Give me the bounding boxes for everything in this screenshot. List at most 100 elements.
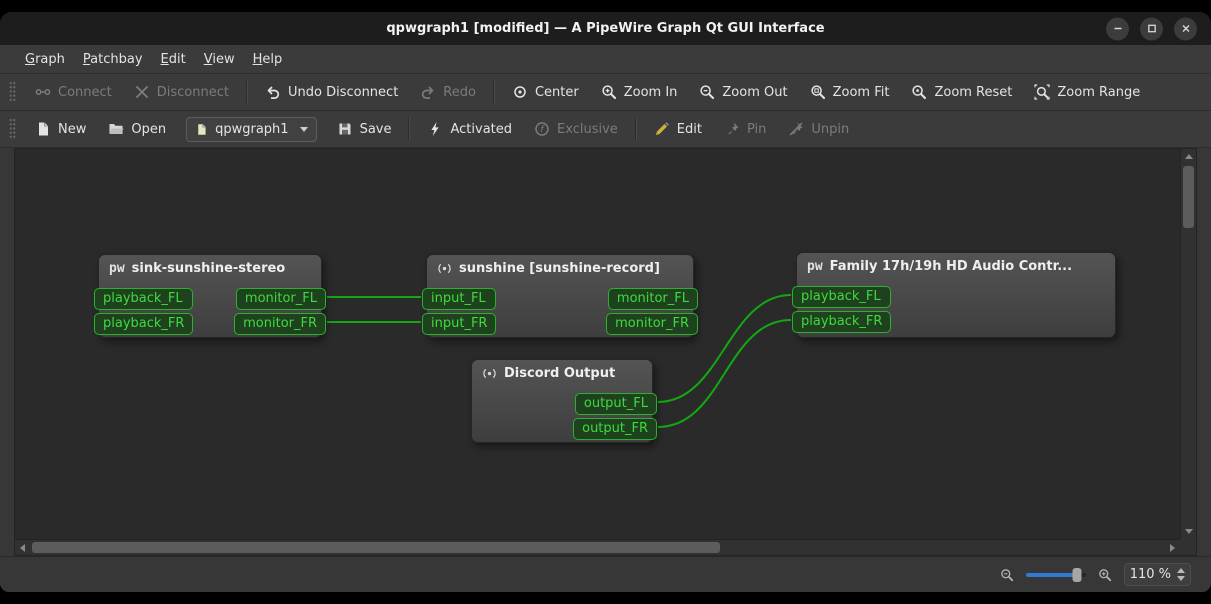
horizontal-scrollbar[interactable] [15, 539, 1180, 555]
scroll-up-arrow-icon[interactable] [1185, 154, 1193, 159]
stream-icon [437, 261, 452, 276]
activated-bolt-icon [431, 122, 440, 136]
zoom-spinbox[interactable]: 110 % [1123, 563, 1191, 586]
disconnect-button[interactable]: Disconnect [124, 78, 239, 106]
chevron-down-icon [299, 126, 308, 132]
spin-up-icon[interactable] [1177, 568, 1185, 573]
zoom-reset-button[interactable]: Zoom Reset [901, 78, 1022, 106]
close-button[interactable] [1174, 17, 1197, 40]
zoom-out-label: Zoom Out [722, 84, 788, 100]
port-output[interactable]: monitor_FL [607, 288, 698, 310]
node-title: sink-sunshine-stereo [131, 261, 286, 276]
port-output[interactable]: monitor_FR [606, 313, 698, 335]
open-button[interactable]: Open [98, 115, 176, 143]
save-label: Save [359, 121, 392, 137]
activated-button[interactable]: Activated [417, 115, 522, 143]
port-input[interactable]: input_FR [422, 313, 497, 335]
node-header: Discord Output [472, 360, 652, 387]
toolbar-grip[interactable] [9, 118, 16, 140]
zoom-fit-button[interactable]: Zoom Fit [800, 78, 900, 106]
zoom-slider-handle[interactable] [1072, 567, 1082, 582]
graph-canvas[interactable]: pw sink-sunshine-stereo playback_FL play… [15, 149, 1180, 539]
vertical-scrollbar[interactable] [1180, 149, 1196, 539]
menubar: Graph Patchbay Edit View Help [0, 45, 1211, 74]
zoom-slider-fill [1025, 572, 1077, 577]
exclusive-button[interactable]: f Exclusive [524, 115, 628, 143]
zoom-slider[interactable] [1025, 567, 1086, 582]
graph-node-family-hd-audio[interactable]: pw Family 17h/19h HD Audio Contr... play… [792, 252, 1116, 338]
zoom-out-button[interactable]: Zoom Out [689, 78, 797, 106]
new-button[interactable]: New [25, 115, 96, 143]
port-input[interactable]: playback_FL [94, 288, 194, 310]
toolbar-separator [634, 118, 637, 140]
titlebar[interactable]: qpwgraph1 [modified] — A PipeWire Graph … [0, 12, 1211, 45]
vertical-scroll-thumb[interactable] [1183, 166, 1194, 228]
port-input[interactable]: playback_FR [94, 313, 194, 335]
unpin-button[interactable]: Unpin [778, 115, 859, 143]
save-button[interactable]: Save [327, 115, 402, 143]
zoom-range-icon [1034, 84, 1050, 100]
pin-button[interactable]: Pin [714, 115, 776, 143]
menu-view[interactable]: View [195, 48, 244, 71]
spin-down-icon[interactable] [1177, 576, 1185, 581]
zoom-in-label: Zoom In [623, 84, 678, 100]
minimize-button[interactable] [1106, 17, 1129, 40]
edit-button[interactable]: Edit [644, 115, 712, 143]
connect-button[interactable]: Connect [25, 78, 122, 106]
port-output[interactable]: monitor_FR [234, 313, 326, 335]
zoom-reset-label: Zoom Reset [934, 84, 1013, 100]
horizontal-scroll-thumb[interactable] [32, 542, 720, 553]
node-header: pw Family 17h/19h HD Audio Contr... [797, 253, 1115, 280]
zoom-in-icon[interactable] [1098, 568, 1112, 582]
node-title: Family 17h/19h HD Audio Contr... [829, 259, 1073, 274]
edit-label: Edit [676, 121, 702, 137]
connections-layer [327, 294, 792, 428]
statusbar: 110 % [0, 556, 1211, 592]
port-output[interactable]: monitor_FL [235, 288, 326, 310]
undo-disconnect-button[interactable]: Undo Disconnect [255, 78, 408, 106]
zoom-fit-icon [810, 85, 825, 100]
graph-node-sunshine[interactable]: sunshine [sunshine-record] input_FL inpu… [422, 254, 698, 338]
zoom-out-icon[interactable] [1000, 568, 1014, 582]
port-input[interactable]: input_FL [422, 288, 497, 310]
redo-icon [422, 86, 434, 99]
pin-label: Pin [746, 121, 767, 137]
port-input[interactable]: playback_FL [792, 286, 892, 308]
scroll-right-arrow-icon[interactable] [1170, 544, 1175, 552]
zoom-spin-buttons [1177, 568, 1185, 581]
center-label: Center [534, 84, 579, 100]
zoom-in-button[interactable]: Zoom In [591, 78, 688, 106]
toolbar-separator [245, 81, 248, 103]
toolbar-separator [492, 81, 495, 103]
activated-label: Activated [450, 121, 513, 137]
maximize-button[interactable] [1140, 17, 1163, 40]
patchbay-combo[interactable]: qpwgraph1 [186, 116, 317, 142]
port-output[interactable]: output_FR [573, 418, 657, 440]
connect-icon [35, 89, 51, 95]
graph-node-sink-sunshine-stereo[interactable]: pw sink-sunshine-stereo playback_FL play… [94, 254, 326, 338]
menu-patchbay[interactable]: Patchbay [74, 48, 152, 71]
maximize-icon [1147, 24, 1156, 33]
scroll-left-arrow-icon[interactable] [20, 544, 25, 552]
graph-node-discord-output[interactable]: Discord Output output_FL output_FR [471, 359, 657, 443]
zoom-value: 110 % [1129, 567, 1171, 582]
zoom-fit-label: Zoom Fit [832, 84, 890, 100]
zoom-range-button[interactable]: Zoom Range [1024, 78, 1150, 106]
toolbar-grip[interactable] [9, 81, 16, 103]
redo-button[interactable]: Redo [410, 78, 486, 106]
node-title: Discord Output [504, 366, 616, 381]
menu-help[interactable]: Help [244, 48, 292, 71]
disconnect-icon [135, 86, 148, 98]
toolbar-separator [408, 118, 411, 140]
undo-icon [267, 86, 280, 99]
pipewire-icon: pw [109, 261, 125, 276]
scroll-down-arrow-icon[interactable] [1185, 529, 1193, 534]
unpin-label: Unpin [811, 121, 850, 137]
port-input[interactable]: playback_FR [792, 311, 892, 333]
menu-graph[interactable]: Graph [16, 48, 74, 71]
center-button[interactable]: Center [502, 78, 589, 106]
menu-edit[interactable]: Edit [152, 48, 195, 71]
node-header: sunshine [sunshine-record] [427, 255, 693, 282]
port-output[interactable]: output_FL [574, 393, 657, 415]
center-icon [514, 86, 526, 98]
